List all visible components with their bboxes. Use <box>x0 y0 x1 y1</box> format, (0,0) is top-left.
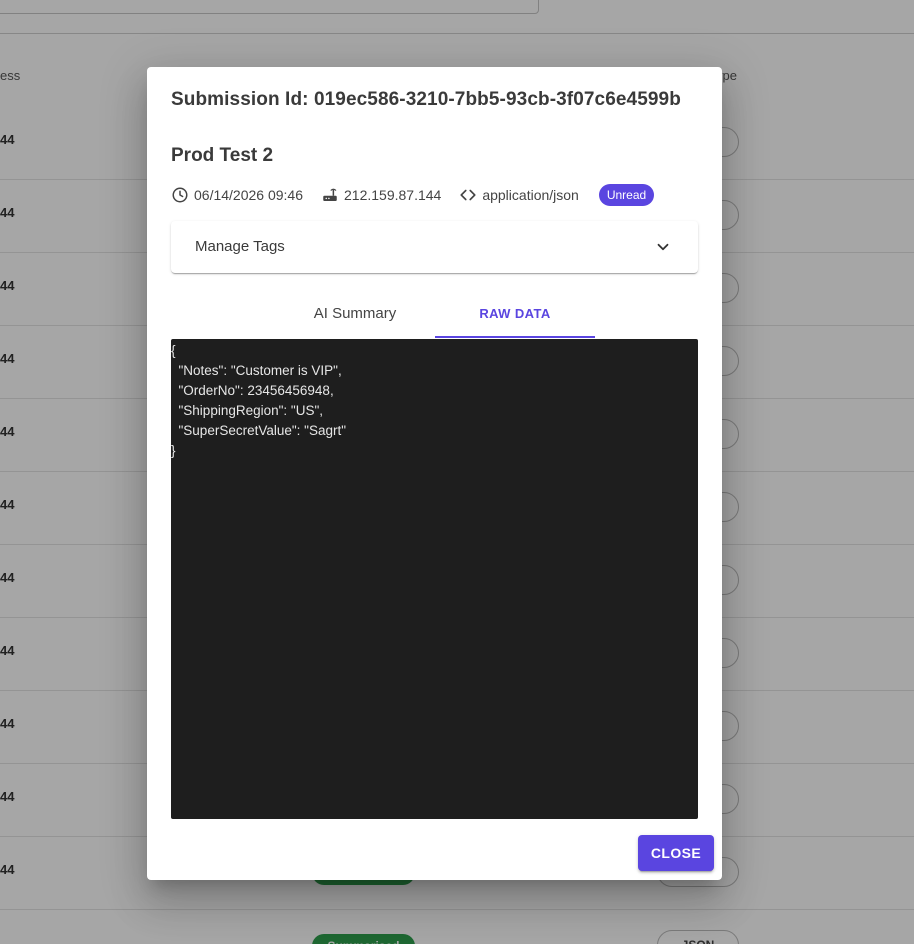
clock-icon <box>172 187 188 203</box>
status-badge: Unread <box>598 184 655 206</box>
manage-tags-accordion[interactable]: Manage Tags <box>171 221 698 273</box>
raw-data-json: { "Notes": "Customer is VIP", "OrderNo":… <box>171 343 347 458</box>
chevron-down-icon <box>657 243 669 251</box>
meta-ip-text: 212.159.87.144 <box>344 187 442 203</box>
submission-dialog: Submission Id: 019ec586-3210-7bb5-93cb-3… <box>147 67 722 880</box>
meta-content-type: application/json <box>459 186 579 204</box>
tab-ai-summary[interactable]: AI Summary <box>275 299 435 337</box>
dialog-tabs: AI Summary RAW DATA <box>171 299 698 339</box>
close-button[interactable]: CLOSE <box>638 835 714 871</box>
meta-timestamp-text: 06/14/2026 09:46 <box>194 187 303 203</box>
meta-ip: 212.159.87.144 <box>321 186 441 204</box>
manage-tags-label: Manage Tags <box>195 238 285 255</box>
tab-raw-data[interactable]: RAW DATA <box>435 299 595 337</box>
code-icon <box>460 189 476 201</box>
dialog-title: Submission Id: 019ec586-3210-7bb5-93cb-3… <box>171 89 681 110</box>
dialog-subtitle: Prod Test 2 <box>171 145 274 166</box>
raw-data-viewer[interactable]: { "Notes": "Customer is VIP", "OrderNo":… <box>171 339 698 819</box>
meta-content-type-text: application/json <box>482 187 579 203</box>
submission-meta: 06/14/2026 09:46 212.159.87.144 applicat… <box>171 183 655 207</box>
router-icon <box>323 188 337 201</box>
active-tab-indicator <box>435 336 595 338</box>
meta-timestamp: 06/14/2026 09:46 <box>171 186 303 204</box>
